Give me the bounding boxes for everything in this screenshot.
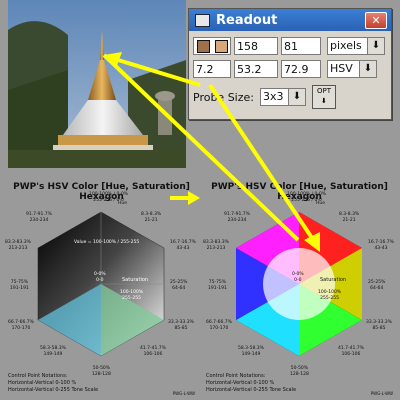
label-hue: Hue <box>316 201 326 206</box>
hue-field[interactable]: 7.2 <box>193 60 231 78</box>
swatch-sample <box>196 39 210 53</box>
unit-select-value: pixels <box>330 39 362 52</box>
control-point-notes: Control Point Notations: Horizontal-Verti… <box>206 373 297 393</box>
label-top-right: 8.3-8.3% 21-21 <box>141 212 162 223</box>
label-saturation-value: 100-100% 255-255 <box>318 290 342 301</box>
label-center: 0-0% 0-0 <box>292 272 304 283</box>
probe-size-label: Probe Size: <box>193 90 254 104</box>
readout-row-3: Probe Size: 3x3 ⬇ OPT ⬇ <box>193 85 336 109</box>
readout-window: Readout ✕ 158 81 pixels ⬇ 7.2 53.2 72.9 … <box>188 8 392 120</box>
label-bottom-left: 58.3-58.3% 149-149 <box>238 346 264 357</box>
label-saturation-value: 100-100% 255-255 <box>120 290 144 301</box>
value-field[interactable]: 72.9 <box>281 60 321 78</box>
label-upper-right: 16.7-16.7% 43-43 <box>170 240 196 251</box>
swatch-average <box>214 39 228 53</box>
label-value: Value = 100-100% / 255-255 <box>74 240 140 245</box>
label-left-mid: 75-75% 191-191 <box>208 280 227 291</box>
colorspace-select-value: HSV <box>330 62 353 75</box>
label-bottom-left: 58.3-58.3% 149-149 <box>40 346 66 357</box>
hexagon-panel-right: PWP's HSV Color [Hue, Saturation] Hexago… <box>202 178 397 398</box>
colorspace-select[interactable]: HSV ⬇ <box>327 60 377 78</box>
panel-tag: PWG-L-WW <box>370 391 393 396</box>
readout-row-2: 7.2 53.2 72.9 HSV ⬇ <box>193 60 377 78</box>
label-upper-left: 91.7-91.7% 234-234 <box>26 212 52 223</box>
label-right-top: 25-25% 64-64 <box>368 280 386 291</box>
label-upper-left: 91.7-91.7% 234-234 <box>224 212 250 223</box>
app-icon <box>195 13 210 27</box>
probe-dropdown-icon[interactable]: ⬇ <box>287 89 305 105</box>
saturation-field[interactable]: 53.2 <box>234 60 278 78</box>
options-button[interactable]: OPT ⬇ <box>311 85 336 109</box>
unit-dropdown-icon[interactable]: ⬇ <box>367 38 384 54</box>
x-coordinate-field[interactable]: 158 <box>234 37 278 55</box>
readout-row-1: 158 81 pixels ⬇ <box>193 37 385 55</box>
label-hue: Hue <box>118 201 128 206</box>
label-right-low: 33.3-33.3% 85-85 <box>168 320 194 331</box>
label-left-low: 66.7-66.7% 170-170 <box>206 320 232 331</box>
stupa-photo <box>8 0 186 168</box>
color-swatches <box>193 37 231 55</box>
probe-size-value: 3x3 <box>262 90 284 103</box>
hexagon-panel-left: PWP's HSV Color [Hue, Saturation] Hexago… <box>4 178 199 398</box>
label-bottom-right: 41.7-41.7% 106-106 <box>338 346 364 357</box>
label-saturation: Saturation <box>320 277 347 283</box>
label-saturation: Saturation <box>122 277 149 283</box>
unit-select[interactable]: pixels ⬇ <box>327 37 385 55</box>
y-coordinate-field[interactable]: 81 <box>281 37 321 55</box>
label-top-right: 8.3-8.3% 21-21 <box>339 212 360 223</box>
control-point-notes: Control Point Notations: Horizontal-Verti… <box>8 373 99 393</box>
close-button[interactable]: ✕ <box>365 12 387 29</box>
label-left-top: 83.3-83.3% 213-213 <box>5 240 31 251</box>
label-left-low: 66.7-66.7% 170-170 <box>8 320 34 331</box>
colorspace-dropdown-icon[interactable]: ⬇ <box>359 61 376 77</box>
label-upper-right: 16.7-16.7% 43-43 <box>368 240 394 251</box>
label-left-mid: 75-75% 191-191 <box>10 280 29 291</box>
probe-size-select[interactable]: 3x3 ⬇ <box>259 88 306 106</box>
label-right-low: 33.3-33.3% 85-85 <box>366 320 392 331</box>
window-title: Readout <box>216 12 278 28</box>
readout-titlebar[interactable]: Readout ✕ <box>189 9 391 31</box>
label-bottom-right: 41.7-41.7% 106-106 <box>140 346 166 357</box>
panel-tag: PWG-L-WW <box>172 391 195 396</box>
label-left-top: 83.3-83.3% 213-213 <box>203 240 229 251</box>
options-label: OPT <box>316 87 331 95</box>
label-center: 0-0% 0-0 <box>94 272 106 283</box>
label-right-top: 25-25% 64-64 <box>170 280 188 291</box>
hexagon-right-center-glow <box>263 248 335 320</box>
